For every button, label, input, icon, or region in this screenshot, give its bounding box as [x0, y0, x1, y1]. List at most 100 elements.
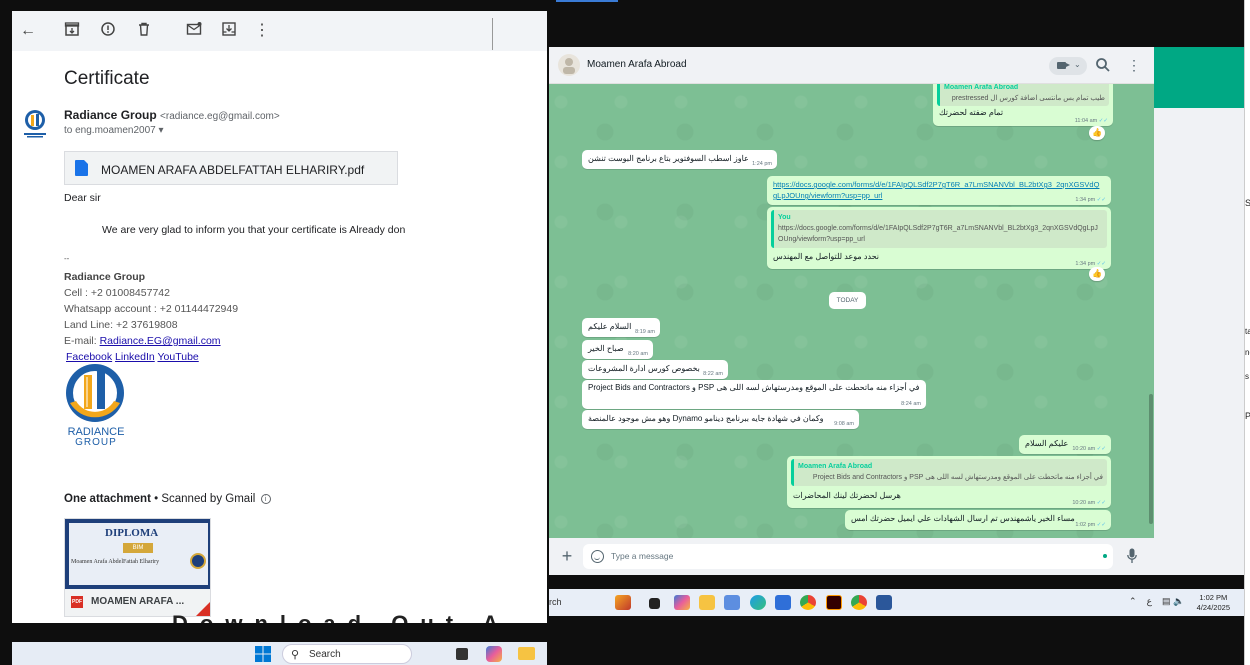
task-view-icon[interactable]	[456, 648, 468, 660]
word-icon[interactable]	[876, 595, 892, 610]
delete-icon[interactable]	[134, 21, 154, 41]
notepad-icon[interactable]	[775, 595, 791, 610]
edge-text: ta	[1245, 327, 1250, 336]
quote-author: Moamen Arafa Abroad	[944, 84, 1019, 91]
reaction-badge[interactable]: 👍	[1089, 267, 1105, 281]
message-bubble[interactable]: https://docs.google.com/forms/d/e/1FAIpQ…	[767, 176, 1111, 205]
chat-scrollbar[interactable]	[1149, 394, 1153, 524]
recipient-text: to eng.moamen2007	[64, 125, 156, 136]
message-link[interactable]: https://docs.google.com/forms/d/e/1FAIpQ…	[773, 179, 1103, 201]
taskbar-search-label: Search	[309, 649, 341, 660]
move-to-icon[interactable]	[219, 21, 239, 41]
youtube-link[interactable]: YouTube	[157, 351, 198, 363]
linkedin-link[interactable]: LinkedIn	[115, 351, 155, 363]
mark-unread-icon[interactable]	[184, 21, 204, 41]
facebook-link[interactable]: Facebook	[66, 351, 112, 363]
contact-avatar[interactable]	[558, 54, 580, 76]
quote-author: Moamen Arafa Abroad	[798, 463, 873, 470]
attachment-thumbnail[interactable]: DIPLOMA BIM Moamen Arafa AbdelFattah Elh…	[64, 518, 211, 617]
contact-name[interactable]: Moamen Arafa Abroad	[587, 59, 687, 70]
archive-icon[interactable]	[62, 21, 82, 41]
network-icon[interactable]: ▤	[1162, 596, 1171, 606]
sender-avatar[interactable]	[22, 109, 48, 139]
report-spam-icon[interactable]	[98, 21, 118, 41]
message-text: عاوز اسطب السوفتوير بتاع برنامج البوست ت…	[588, 154, 749, 163]
microphone-icon[interactable]	[1127, 548, 1137, 564]
search-icon: ⚲	[291, 649, 300, 661]
quoted-message[interactable]: Moamen Arafa Abroad طيب تمام بس مانتسى ا…	[937, 84, 1109, 106]
emoji-icon[interactable]	[591, 550, 604, 563]
chrome-icon[interactable]	[800, 595, 816, 610]
snipping-tool-icon[interactable]	[724, 595, 740, 610]
message-bubble[interactable]: عليكم السلام 10:20 am ✓✓	[1019, 435, 1111, 454]
info-icon[interactable]: i	[260, 493, 271, 504]
copilot-icon[interactable]	[674, 595, 690, 610]
edge-text: P	[1245, 411, 1250, 421]
quote-author: You	[778, 214, 791, 221]
message-bubble[interactable]: Moamen Arafa Abroad في أجزاء منه ماتحطت …	[787, 456, 1111, 508]
widgets-icon[interactable]	[615, 595, 631, 610]
message-input[interactable]: Type a message	[583, 544, 1113, 569]
message-time: 10:20 am ✓✓	[1072, 446, 1106, 452]
signature-cell: Cell : +2 01008457742	[64, 287, 170, 299]
active-tab-indicator	[556, 0, 618, 2]
chevron-down-icon: ⌄	[1074, 60, 1081, 69]
attachment-count: One attachment	[64, 493, 151, 505]
video-call-button[interactable]: ⌄	[1049, 57, 1087, 75]
sender-name[interactable]: Radiance Group	[64, 108, 157, 122]
message-text: وكمان في شهادة جايه ببرنامج دينامو Dynam…	[588, 414, 824, 423]
attach-plus-icon[interactable]: +	[559, 546, 575, 566]
compose-bar: + Type a message	[549, 538, 1154, 575]
quoted-message[interactable]: Moamen Arafa Abroad في أجزاء منه ماتحطت …	[791, 459, 1107, 486]
chevron-up-icon[interactable]: ⌃	[1129, 596, 1137, 606]
copilot-icon[interactable]	[486, 646, 502, 662]
chevron-down-icon[interactable]: ▾	[159, 125, 164, 136]
taskbar-clock[interactable]: 1:02 PM 4/24/2025	[1197, 593, 1230, 613]
file-explorer-icon[interactable]	[518, 647, 535, 660]
message-bubble[interactable]: في أجزاء منه ماتحطت على الموقع ومدرستهاش…	[582, 380, 926, 409]
file-explorer-icon[interactable]	[699, 595, 715, 610]
message-bubble[interactable]: عاوز اسطب السوفتوير بتاع برنامج البوست ت…	[582, 150, 777, 169]
sender-line: Radiance Group <radiance.eg@gmail.com>	[64, 108, 280, 122]
signature-email-link[interactable]: Radiance.EG@gmail.com	[100, 335, 221, 347]
left-taskbar: ⚲ Search	[12, 642, 547, 665]
message-bubble[interactable]: You https://docs.google.com/forms/d/e/1F…	[767, 207, 1111, 269]
windows-start-icon[interactable]	[255, 646, 271, 662]
back-arrow-icon[interactable]: ←	[18, 21, 38, 41]
whatsapp-side-panel	[1154, 108, 1244, 575]
greeting: Dear sir	[64, 192, 101, 204]
edge-browser-icon[interactable]	[750, 595, 766, 610]
task-view-icon[interactable]	[649, 598, 660, 609]
taskbar-search-text[interactable]: rch	[549, 597, 562, 607]
gmail-window: ← ⋮ Certificate Radiance Group <radiance…	[12, 11, 547, 623]
message-bubble[interactable]: بخصوص كورس ادارة المشروعات 8:22 am	[582, 360, 728, 379]
message-text: عليكم السلام	[1025, 439, 1069, 448]
message-bubble[interactable]: وكمان في شهادة جايه ببرنامج دينامو Dynam…	[582, 410, 859, 429]
pdf-attachment-chip[interactable]: MOAMEN ARAFA ABDELFATTAH ELHARIRY.pdf	[64, 151, 398, 185]
input-language[interactable]: ع	[1147, 596, 1152, 606]
volume-icon[interactable]: 🔈	[1173, 596, 1184, 606]
search-icon[interactable]	[1095, 57, 1111, 73]
more-vert-icon[interactable]: ⋮	[252, 21, 272, 41]
document-icon	[75, 160, 88, 176]
time-label: 1:34 pm	[1075, 197, 1096, 203]
quote-text: طيب تمام بس مانتسى اضافة كورس ال prestre…	[951, 95, 1105, 102]
radiance-logo: RADIANCE GROUP	[64, 363, 128, 448]
message-bubble[interactable]: السلام عليكم 8:19 am	[582, 318, 660, 337]
message-bubble[interactable]: صباح الخير 8:20 am	[582, 340, 653, 359]
more-vert-icon[interactable]: ⋮	[1127, 56, 1141, 74]
desktop: ← ⋮ Certificate Radiance Group <radiance…	[0, 0, 1250, 665]
read-ticks-icon: ✓✓	[1096, 197, 1106, 203]
message-bubble[interactable]: Moamen Arafa Abroad طيب تمام بس مانتسى ا…	[933, 84, 1113, 126]
chrome-profile-icon[interactable]	[851, 595, 867, 610]
date-divider: TODAY	[829, 292, 866, 309]
recipient-line[interactable]: to eng.moamen2007 ▾	[64, 125, 164, 136]
reaction-badge[interactable]: 👍	[1089, 126, 1105, 140]
quoted-message[interactable]: You https://docs.google.com/forms/d/e/1F…	[771, 210, 1107, 248]
message-bubble[interactable]: مساء الخير ياشمهندس تم ارسال الشهادات عل…	[845, 510, 1111, 530]
message-time: 1:24 pm	[752, 161, 772, 167]
signature-dash: --	[64, 254, 70, 263]
taskbar-search-box[interactable]: ⚲ Search	[282, 644, 412, 664]
diploma-name: Moamen Arafa AbdelFattah Elhariry	[71, 559, 160, 565]
illustrator-icon[interactable]	[826, 595, 842, 610]
